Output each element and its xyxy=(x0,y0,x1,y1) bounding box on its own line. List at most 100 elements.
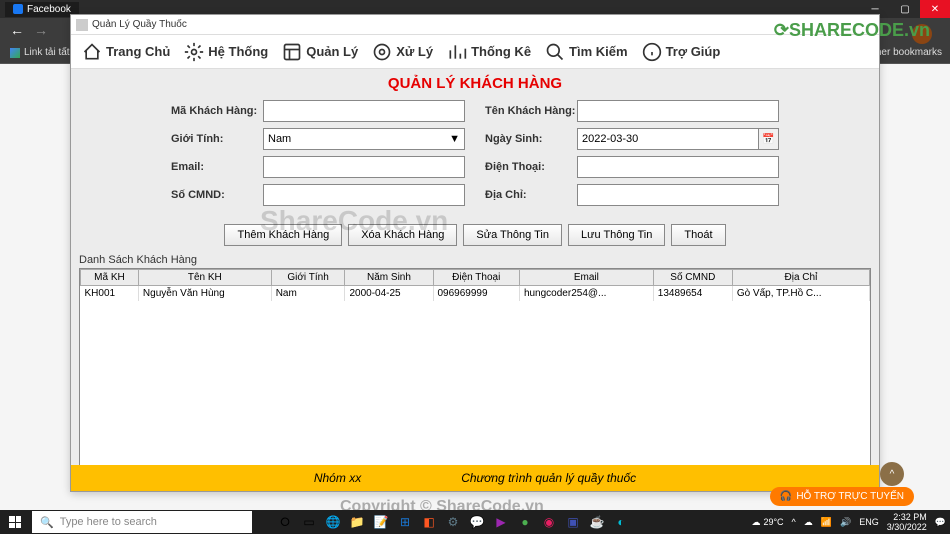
weather-widget[interactable]: ☁ 29°C xyxy=(751,517,783,528)
other-bookmarks[interactable]: her bookmarks xyxy=(876,47,942,58)
delete-button[interactable]: Xóa Khách Hàng xyxy=(348,224,457,246)
app-icon-2[interactable]: 📁 xyxy=(346,511,368,533)
cortana-icon[interactable]: ⭘ xyxy=(274,511,296,533)
tray-chevron-icon[interactable]: ^ xyxy=(792,517,796,527)
calendar-button[interactable]: 📅 xyxy=(759,128,779,150)
table-header[interactable]: Tên KH xyxy=(138,270,271,286)
table-cell: Nam xyxy=(271,286,345,302)
drive-icon xyxy=(10,48,20,58)
weather-icon: ☁ xyxy=(751,517,760,528)
table-header[interactable]: Điện Thoại xyxy=(433,270,519,286)
button-row: Thêm Khách Hàng Xóa Khách Hàng Sửa Thông… xyxy=(71,220,879,254)
input-dien-thoai[interactable] xyxy=(577,156,779,178)
search-icon: 🔍 xyxy=(40,516,54,529)
dropdown-icon: ▼ xyxy=(449,133,460,145)
input-cmnd[interactable] xyxy=(263,184,465,206)
search-placeholder: Type here to search xyxy=(60,516,157,528)
toolbar-manage[interactable]: Quản Lý xyxy=(276,40,364,64)
table-cell: 096969999 xyxy=(433,286,519,302)
app-icon-9[interactable]: ● xyxy=(514,511,536,533)
tray-lang[interactable]: ENG xyxy=(859,517,879,527)
app-icon-1[interactable]: 🌐 xyxy=(322,511,344,533)
taskbar-search[interactable]: 🔍 Type here to search xyxy=(32,511,252,533)
input-dia-chi[interactable] xyxy=(577,184,779,206)
customer-table: Mã KHTên KHGiới TínhNăm SinhĐiện ThoạiEm… xyxy=(80,269,870,301)
home-icon xyxy=(82,42,102,62)
app-titlebar: Quản Lý Quầy Thuốc xyxy=(71,15,879,35)
label-ngay-sinh: Ngày Sinh: xyxy=(485,133,577,145)
page-title: QUẢN LÝ KHÁCH HÀNG xyxy=(71,69,879,98)
footer-group: Nhóm xx xyxy=(314,471,361,485)
toolbar-search[interactable]: Tìm Kiếm xyxy=(539,40,634,64)
footer-desc: Chương trình quản lý quầy thuốc xyxy=(461,471,636,485)
table-header[interactable]: Email xyxy=(519,270,653,286)
manage-icon xyxy=(282,42,302,62)
start-button[interactable] xyxy=(0,510,30,534)
taskbar: 🔍 Type here to search ⭘ ▭ 🌐 📁 📝 ⊞ ◧ ⚙ 💬 … xyxy=(0,510,950,534)
edit-button[interactable]: Sửa Thông Tin xyxy=(463,224,562,246)
forward-arrow-icon[interactable]: → xyxy=(34,22,48,38)
scroll-top-button[interactable]: ^ xyxy=(880,462,904,486)
app-icon-11[interactable]: ▣ xyxy=(562,511,584,533)
tray-onedrive-icon[interactable]: ☁ xyxy=(804,517,813,528)
select-gioi-tinh[interactable]: Nam ▼ xyxy=(263,128,465,150)
save-button[interactable]: Lưu Thông Tin xyxy=(568,224,665,246)
app-icon-13[interactable]: ◐ xyxy=(610,511,632,533)
table-header[interactable]: Mã KH xyxy=(81,270,139,286)
input-ma-kh[interactable] xyxy=(263,100,465,122)
table-header[interactable]: Địa Chỉ xyxy=(732,270,869,286)
process-icon xyxy=(372,42,392,62)
tray-volume-icon[interactable]: 🔊 xyxy=(840,517,851,528)
app-icon-7[interactable]: 💬 xyxy=(466,511,488,533)
input-email[interactable] xyxy=(263,156,465,178)
gear-icon xyxy=(184,42,204,62)
app-icon-5[interactable]: ◧ xyxy=(418,511,440,533)
support-button[interactable]: 🎧 HỖ TRỢ TRỰC TUYẾN xyxy=(770,487,914,506)
app-title: Quản Lý Quầy Thuốc xyxy=(92,19,187,30)
tray-date: 3/30/2022 xyxy=(887,522,927,532)
table-header[interactable]: Năm Sinh xyxy=(345,270,433,286)
close-button[interactable]: ✕ xyxy=(920,0,950,18)
taskview-icon[interactable]: ▭ xyxy=(298,511,320,533)
toolbar-label: Hệ Thống xyxy=(208,44,268,59)
tray-wifi-icon[interactable]: 📶 xyxy=(821,517,832,528)
app-icon-12[interactable]: ☕ xyxy=(586,511,608,533)
app-icon-8[interactable]: ▶ xyxy=(490,511,512,533)
toolbar-label: Xử Lý xyxy=(396,44,433,59)
calendar-icon: 📅 xyxy=(762,134,774,145)
facebook-icon xyxy=(13,4,23,14)
back-arrow-icon[interactable]: ← xyxy=(10,22,24,38)
browser-tab[interactable]: Facebook xyxy=(5,2,79,17)
exit-button[interactable]: Thoát xyxy=(671,224,725,246)
toolbar-system[interactable]: Hệ Thống xyxy=(178,40,274,64)
toolbar-process[interactable]: Xử Lý xyxy=(366,40,439,64)
list-label: Danh Sách Khách Hàng xyxy=(71,254,879,268)
table-header[interactable]: Giới Tính xyxy=(271,270,345,286)
tray-clock[interactable]: 2:32 PM 3/30/2022 xyxy=(887,512,927,532)
toolbar-label: Tìm Kiếm xyxy=(569,44,628,59)
app-icon-10[interactable]: ◉ xyxy=(538,511,560,533)
toolbar-stats[interactable]: Thống Kê xyxy=(441,40,537,64)
maximize-button[interactable]: ▢ xyxy=(890,0,920,18)
label-ma-kh: Mã Khách Hàng: xyxy=(171,105,263,117)
toolbar-home[interactable]: Trang Chủ xyxy=(76,40,176,64)
table-cell: hungcoder254@... xyxy=(519,286,653,302)
app-icon-4[interactable]: ⊞ xyxy=(394,511,416,533)
bookmark-item[interactable]: Link tải tất xyxy=(10,47,70,58)
app-icon-6[interactable]: ⚙ xyxy=(442,511,464,533)
table-row[interactable]: KH001Nguyễn Văn HùngNam2000-04-250969699… xyxy=(81,286,870,302)
select-value: Nam xyxy=(268,133,291,145)
app-icon-3[interactable]: 📝 xyxy=(370,511,392,533)
add-button[interactable]: Thêm Khách Hàng xyxy=(224,224,342,246)
toolbar-label: Trợ Giúp xyxy=(666,44,721,59)
table-header[interactable]: Số CMND xyxy=(653,270,732,286)
app-window: Quản Lý Quầy Thuốc Trang Chủ Hệ Thống Qu… xyxy=(70,14,880,492)
toolbar-label: Trang Chủ xyxy=(106,44,170,59)
input-ten-kh[interactable] xyxy=(577,100,779,122)
input-ngay-sinh[interactable] xyxy=(577,128,759,150)
toolbar-help[interactable]: Trợ Giúp xyxy=(636,40,727,64)
info-icon xyxy=(642,42,662,62)
stats-icon xyxy=(447,42,467,62)
tray-notification-icon[interactable]: 💬 xyxy=(935,517,946,528)
headset-icon: 🎧 xyxy=(780,491,792,502)
